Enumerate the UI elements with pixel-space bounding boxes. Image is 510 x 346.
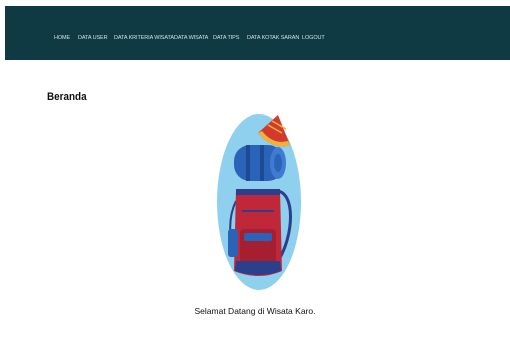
top-navbar: HOME DATA USER DATA KRITERIA WISATA DATA… [5, 6, 510, 60]
nav-data-kriteria-wisata[interactable]: DATA KRITERIA WISATA [114, 35, 174, 42]
nav-data-wisata[interactable]: DATA WISATA [174, 35, 208, 42]
nav-data-tips[interactable]: DATA TIPS [213, 35, 239, 42]
backpack-with-hat-icon [217, 114, 301, 290]
nav-data-kotak-saran[interactable]: DATA KOTAK SARAN [247, 35, 299, 42]
page-title: Beranda [47, 91, 87, 103]
nav-home[interactable]: HOME [54, 35, 70, 42]
nav-data-user[interactable]: DATA USER [78, 35, 108, 42]
welcome-message: Selamat Datang di Wisata Karo. [194, 306, 316, 316]
nav-logout[interactable]: LOGOUT [302, 35, 325, 42]
